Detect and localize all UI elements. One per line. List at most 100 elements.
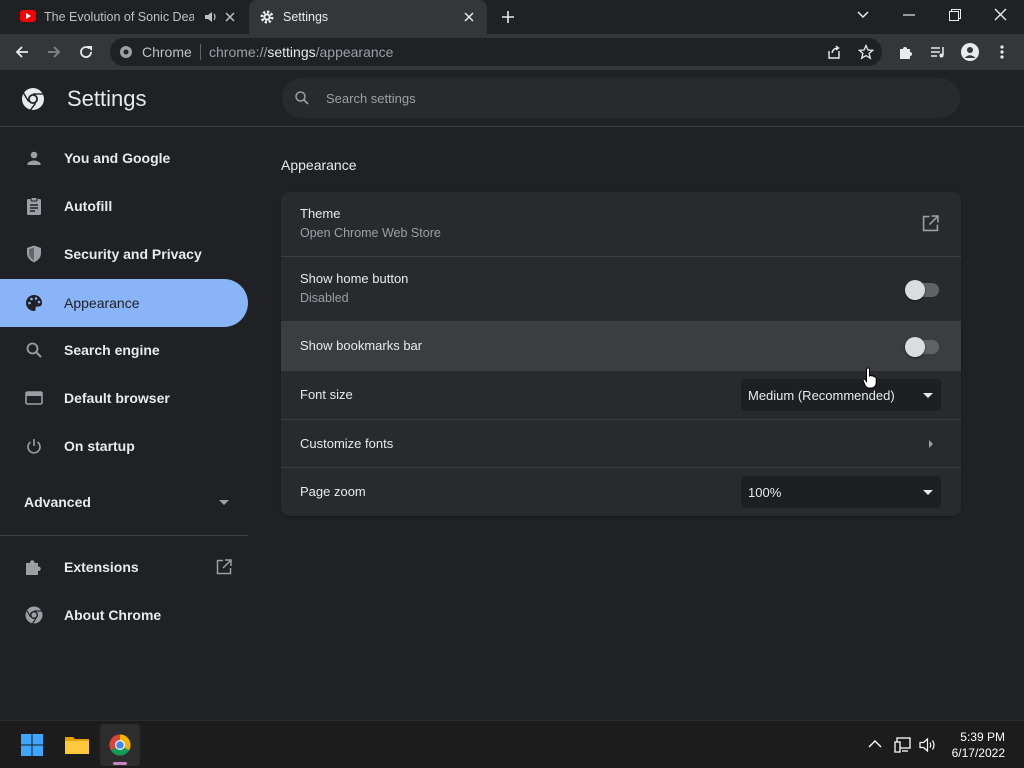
address-bar[interactable]: Chrome chrome://settings/appearance bbox=[110, 38, 882, 66]
clipboard-icon bbox=[24, 196, 44, 216]
chrome-logo-icon bbox=[24, 605, 44, 625]
power-icon bbox=[24, 436, 44, 456]
shield-icon bbox=[24, 244, 44, 264]
tab-strip: The Evolution of Sonic Death Settings bbox=[0, 0, 1024, 34]
search-settings-input[interactable]: Search settings bbox=[282, 78, 960, 118]
sidebar-item-label: Extensions bbox=[64, 559, 139, 575]
sidebar-item-search-engine[interactable]: Search engine bbox=[0, 326, 248, 374]
sidebar-item-on-startup[interactable]: On startup bbox=[0, 422, 248, 470]
sidebar-item-about-chrome[interactable]: About Chrome bbox=[0, 591, 248, 639]
gear-icon bbox=[259, 9, 275, 25]
sidebar-item-label: Appearance bbox=[64, 295, 140, 311]
url-text: chrome://settings/appearance bbox=[209, 44, 393, 60]
window-close-icon[interactable] bbox=[994, 8, 1007, 21]
close-icon[interactable] bbox=[461, 9, 477, 25]
chevron-right-icon bbox=[929, 440, 933, 448]
tab-youtube[interactable]: The Evolution of Sonic Death bbox=[8, 0, 248, 34]
font-size-select[interactable]: Medium (Recommended) bbox=[741, 379, 941, 411]
chevron-up-icon[interactable] bbox=[868, 740, 882, 748]
page-zoom-value: 100% bbox=[748, 484, 782, 500]
tab-title: The Evolution of Sonic Death bbox=[44, 10, 194, 24]
clock-time[interactable]: 5:39 PM bbox=[925, 730, 1005, 744]
sidebar-item-default-browser[interactable]: Default browser bbox=[0, 374, 248, 422]
youtube-icon bbox=[20, 10, 36, 22]
close-icon[interactable] bbox=[222, 9, 238, 25]
windows-start-icon[interactable] bbox=[21, 734, 43, 756]
media-queue-icon[interactable] bbox=[926, 40, 950, 64]
section-title: Appearance bbox=[281, 157, 357, 173]
palette-icon bbox=[24, 293, 44, 313]
extensions-puzzle-icon[interactable] bbox=[894, 40, 918, 64]
page-zoom-select[interactable]: 100% bbox=[741, 476, 941, 508]
home-button-row: Show home button Disabled bbox=[281, 256, 961, 321]
font-size-label: Font size bbox=[300, 387, 353, 402]
chrome-site-icon bbox=[119, 45, 133, 59]
url-path: /appearance bbox=[315, 44, 394, 60]
reload-icon[interactable] bbox=[74, 40, 98, 64]
page-zoom-label: Page zoom bbox=[300, 484, 366, 499]
tab-settings[interactable]: Settings bbox=[249, 0, 487, 34]
url-prefix: chrome:// bbox=[209, 44, 268, 60]
sidebar-item-label: Search engine bbox=[64, 342, 160, 358]
bookmarks-bar-label: Show bookmarks bar bbox=[300, 338, 423, 353]
sidebar-advanced-toggle[interactable]: Advanced bbox=[0, 478, 248, 526]
sidebar-item-security-privacy[interactable]: Security and Privacy bbox=[0, 230, 248, 278]
person-icon bbox=[24, 148, 44, 168]
dropdown-arrow-icon bbox=[923, 490, 933, 495]
divider bbox=[200, 44, 201, 60]
font-size-value: Medium (Recommended) bbox=[748, 387, 895, 403]
taskbar-chrome-button[interactable] bbox=[100, 724, 140, 766]
network-icon[interactable] bbox=[894, 737, 912, 753]
font-size-row: Font size Medium (Recommended) bbox=[281, 370, 961, 419]
bookmarks-bar-toggle[interactable] bbox=[905, 337, 939, 357]
appearance-card: Theme Open Chrome Web Store Show home bu… bbox=[281, 192, 961, 516]
chrome-logo-icon bbox=[21, 87, 45, 111]
back-arrow-icon[interactable] bbox=[10, 40, 34, 64]
profile-avatar-icon[interactable] bbox=[958, 40, 982, 64]
home-button-status: Disabled bbox=[300, 291, 349, 305]
sidebar-item-label: Default browser bbox=[64, 390, 170, 406]
sidebar-item-appearance[interactable]: Appearance bbox=[0, 279, 248, 327]
external-link-icon bbox=[216, 559, 232, 575]
toggle-knob bbox=[905, 337, 925, 357]
theme-sub: Open Chrome Web Store bbox=[300, 226, 441, 240]
sidebar-item-you-and-google[interactable]: You and Google bbox=[0, 134, 248, 182]
sidebar-item-label: Autofill bbox=[64, 198, 113, 214]
theme-label: Theme bbox=[300, 206, 341, 221]
minimize-icon[interactable] bbox=[903, 13, 915, 17]
taskbar: 5:39 PM 6/17/2022 bbox=[0, 720, 1024, 768]
kebab-menu-icon[interactable] bbox=[990, 40, 1014, 64]
customize-fonts-row[interactable]: Customize fonts bbox=[281, 419, 961, 467]
file-explorer-icon[interactable] bbox=[64, 734, 90, 756]
advanced-label: Advanced bbox=[24, 494, 91, 510]
home-button-toggle[interactable] bbox=[905, 280, 939, 300]
clock-date[interactable]: 6/17/2022 bbox=[925, 746, 1005, 760]
tab-search-icon[interactable] bbox=[856, 10, 870, 20]
theme-row[interactable]: Theme Open Chrome Web Store bbox=[281, 192, 961, 256]
search-placeholder: Search settings bbox=[326, 90, 416, 106]
bookmark-star-icon[interactable] bbox=[858, 44, 874, 60]
page-title: Settings bbox=[67, 86, 147, 111]
sidebar-item-extensions[interactable]: Extensions bbox=[0, 543, 248, 591]
puzzle-icon bbox=[24, 557, 44, 577]
settings-header: Settings Search settings bbox=[0, 70, 1024, 127]
chrome-logo-icon bbox=[109, 734, 131, 756]
share-icon[interactable] bbox=[826, 44, 842, 60]
sidebar-item-label: Security and Privacy bbox=[64, 246, 202, 262]
new-tab-icon[interactable] bbox=[500, 9, 516, 25]
sidebar-item-label: About Chrome bbox=[64, 607, 162, 623]
dropdown-arrow-icon bbox=[923, 393, 933, 398]
search-icon bbox=[24, 340, 44, 360]
restore-icon[interactable] bbox=[949, 9, 961, 21]
page-zoom-row: Page zoom 100% bbox=[281, 467, 961, 516]
browser-icon bbox=[24, 388, 44, 408]
tab-title: Settings bbox=[283, 10, 329, 24]
sidebar-item-autofill[interactable]: Autofill bbox=[0, 182, 248, 230]
external-link-icon[interactable] bbox=[922, 215, 939, 232]
bookmarks-bar-row: Show bookmarks bar bbox=[281, 321, 961, 370]
hand-cursor-icon bbox=[862, 367, 878, 389]
speaker-icon[interactable] bbox=[205, 11, 219, 23]
forward-arrow-icon[interactable] bbox=[42, 40, 66, 64]
url-host: settings bbox=[267, 44, 316, 60]
active-app-indicator bbox=[113, 762, 127, 765]
